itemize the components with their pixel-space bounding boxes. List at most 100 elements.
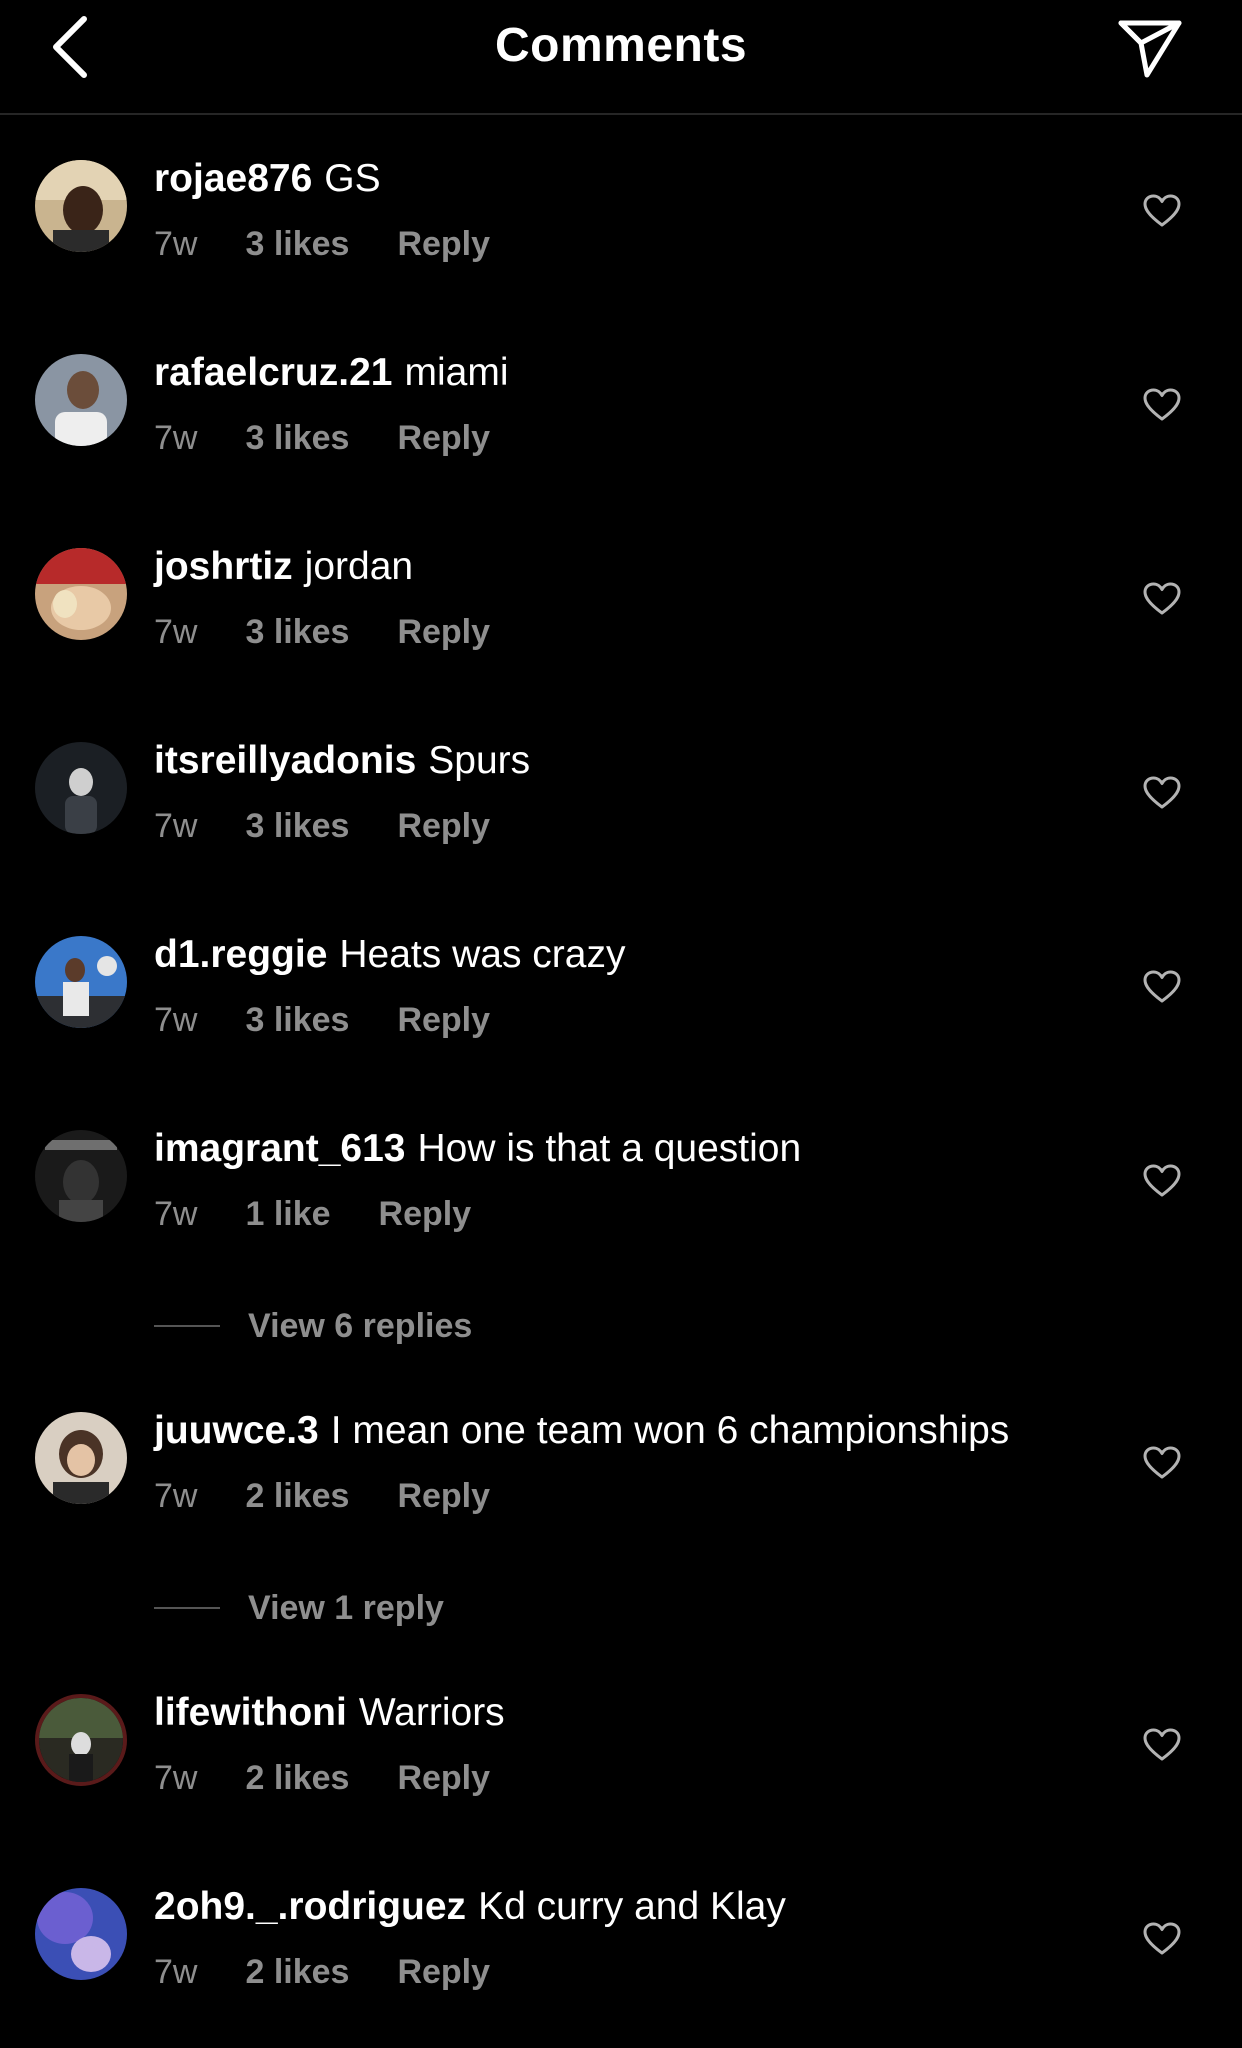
comment-item: rojae876 GS 7w 3 likes Reply: [0, 115, 1242, 265]
reply-button[interactable]: Reply: [397, 419, 490, 457]
comment-username[interactable]: imagrant_613: [154, 1127, 405, 1170]
reply-button[interactable]: Reply: [379, 1195, 472, 1233]
like-button[interactable]: [1140, 1159, 1184, 1203]
avatar[interactable]: [35, 160, 127, 252]
comment-meta: 7w 3 likes Reply: [154, 417, 490, 459]
comment-time: 7w: [154, 807, 198, 845]
comment-meta: 7w 2 likes Reply: [154, 1757, 490, 1799]
like-button[interactable]: [1140, 965, 1184, 1009]
comment-username[interactable]: rojae876: [154, 157, 312, 200]
avatar[interactable]: [35, 548, 127, 640]
comment-meta: 7w 3 likes Reply: [154, 999, 490, 1041]
comment-text: d1.reggie Heats was crazy: [154, 931, 625, 979]
likes-count[interactable]: 1 like: [245, 1195, 330, 1233]
comment-item: itsreillyadonis Spurs 7w 3 likes Reply: [0, 697, 1242, 847]
view-replies-label: View 1 reply: [248, 1588, 444, 1627]
comment-username[interactable]: juuwce.3: [154, 1409, 319, 1452]
reply-button[interactable]: Reply: [397, 1953, 490, 1991]
likes-count[interactable]: 3 likes: [245, 807, 349, 845]
reply-button[interactable]: Reply: [397, 1477, 490, 1515]
likes-count[interactable]: 3 likes: [245, 419, 349, 457]
heart-icon: [1143, 776, 1181, 809]
heart-icon: [1143, 970, 1181, 1003]
comment-text: juuwce.3 I mean one team won 6 championsh…: [154, 1407, 1009, 1455]
reply-button[interactable]: Reply: [397, 1001, 490, 1039]
like-button[interactable]: [1140, 189, 1184, 233]
comment-body: How is that a question: [417, 1127, 802, 1170]
comment-text: itsreillyadonis Spurs: [154, 737, 530, 785]
comment-text: lifewithoni Warriors: [154, 1689, 505, 1737]
view-replies-button[interactable]: View 6 replies: [154, 1301, 472, 1351]
like-button[interactable]: [1140, 1723, 1184, 1767]
comment-item: lifewithoni Warriors 7w 2 likes Reply: [0, 1649, 1242, 1799]
like-button[interactable]: [1140, 1441, 1184, 1485]
header-bar: Comments: [0, 0, 1242, 115]
comment-item: 2oh9._.rodriguez Kd curry and Klay 7w 2 li…: [0, 1843, 1242, 1993]
comment-username[interactable]: rafaelcruz.21: [154, 351, 392, 394]
heart-icon: [1143, 1164, 1181, 1197]
likes-count[interactable]: 3 likes: [245, 613, 349, 651]
heart-icon: [1143, 1446, 1181, 1479]
comment-meta: 7w 3 likes Reply: [154, 805, 490, 847]
likes-count[interactable]: 2 likes: [245, 1759, 349, 1797]
reply-button[interactable]: Reply: [397, 613, 490, 651]
divider: [154, 1607, 220, 1609]
heart-icon: [1143, 1728, 1181, 1761]
heart-icon: [1143, 388, 1181, 421]
comment-text: imagrant_613 How is that a question: [154, 1125, 801, 1173]
comment-username[interactable]: 2oh9._.rodriguez: [154, 1885, 466, 1928]
like-button[interactable]: [1140, 771, 1184, 815]
view-replies-label: View 6 replies: [248, 1306, 473, 1345]
reply-button[interactable]: Reply: [397, 807, 490, 845]
comment-time: 7w: [154, 419, 198, 457]
divider: [154, 1325, 220, 1327]
like-button[interactable]: [1140, 577, 1184, 621]
comment-text: joshrtiz jordan: [154, 543, 413, 591]
comment-time: 7w: [154, 1953, 198, 1991]
avatar[interactable]: [35, 1694, 127, 1786]
comment-username[interactable]: itsreillyadonis: [154, 739, 416, 782]
comment-body: I mean one team won 6 championships: [330, 1409, 1010, 1452]
comment-time: 7w: [154, 1001, 198, 1039]
avatar[interactable]: [35, 1130, 127, 1222]
likes-count[interactable]: 2 likes: [245, 1953, 349, 1991]
avatar[interactable]: [35, 354, 127, 446]
comment-meta: 7w 3 likes Reply: [154, 611, 490, 653]
likes-count[interactable]: 3 likes: [245, 225, 349, 263]
heart-icon: [1143, 582, 1181, 615]
comment-time: 7w: [154, 1477, 198, 1515]
view-replies-button[interactable]: View 1 reply: [154, 1583, 444, 1633]
comment-body: Warriors: [358, 1691, 505, 1734]
reply-button[interactable]: Reply: [397, 225, 490, 263]
comment-text: rojae876 GS: [154, 155, 381, 203]
comment-item: juuwce.3 I mean one team won 6 championsh…: [0, 1367, 1242, 1517]
comment-time: 7w: [154, 1759, 198, 1797]
like-button[interactable]: [1140, 1917, 1184, 1961]
comment-username[interactable]: lifewithoni: [154, 1691, 347, 1734]
comment-body: Heats was crazy: [339, 933, 626, 976]
comment-meta: 7w 1 like Reply: [154, 1193, 471, 1235]
paper-plane-icon: [1118, 20, 1182, 78]
avatar[interactable]: [35, 1412, 127, 1504]
comment-item: d1.reggie Heats was crazy 7w 3 likes Reply: [0, 891, 1242, 1041]
avatar[interactable]: [35, 1888, 127, 1980]
comment-meta: 7w 3 likes Reply: [154, 223, 490, 265]
likes-count[interactable]: 2 likes: [245, 1477, 349, 1515]
comment-time: 7w: [154, 225, 198, 263]
comment-item: imagrant_613 How is that a question 7w 1 l…: [0, 1085, 1242, 1235]
comment-body: GS: [324, 157, 381, 200]
comment-username[interactable]: joshrtiz: [154, 545, 293, 588]
comment-time: 7w: [154, 1195, 198, 1233]
avatar[interactable]: [35, 936, 127, 1028]
comment-meta: 7w 2 likes Reply: [154, 1475, 490, 1517]
likes-count[interactable]: 3 likes: [245, 1001, 349, 1039]
avatar[interactable]: [35, 742, 127, 834]
comment-text: rafaelcruz.21 miami: [154, 349, 508, 397]
reply-button[interactable]: Reply: [397, 1759, 490, 1797]
share-button[interactable]: [1112, 14, 1188, 84]
comment-username[interactable]: d1.reggie: [154, 933, 327, 976]
comment-item: rafaelcruz.21 miami 7w 3 likes Reply: [0, 309, 1242, 459]
comment-meta: 7w 2 likes Reply: [154, 1951, 490, 1993]
like-button[interactable]: [1140, 383, 1184, 427]
comment-item: joshrtiz jordan 7w 3 likes Reply: [0, 503, 1242, 653]
